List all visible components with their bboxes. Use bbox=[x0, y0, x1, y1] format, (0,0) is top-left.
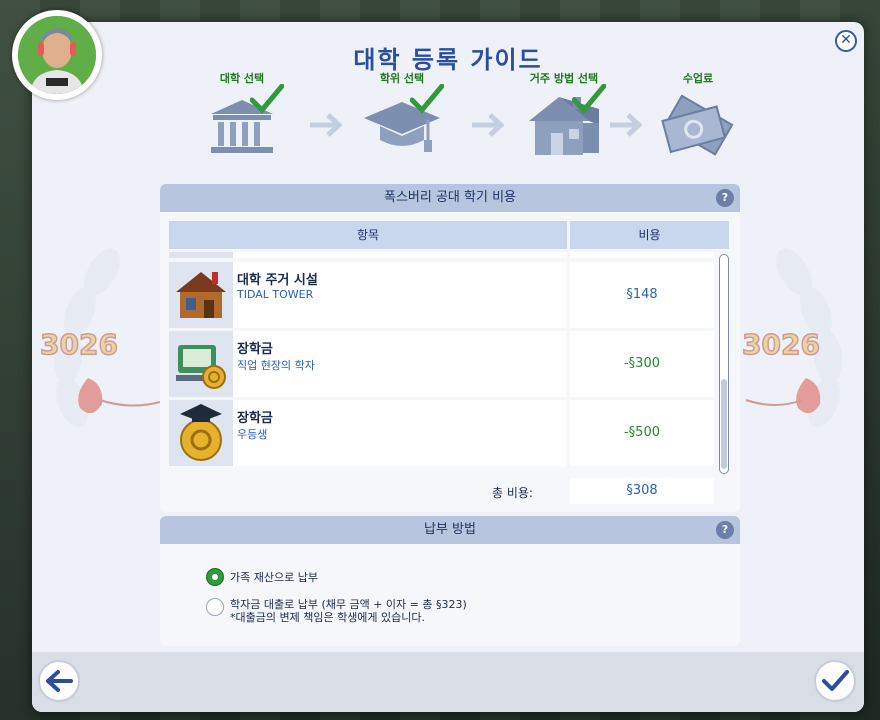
close-icon: ✕ bbox=[840, 32, 852, 48]
cost-panel-title: 폭스버리 공대 학기 비용 bbox=[384, 190, 516, 205]
close-button[interactable]: ✕ bbox=[835, 30, 857, 52]
item-detail: 직업 현장의 학자 bbox=[237, 359, 315, 372]
list-item: 장학금 직업 현장의 학자 -§300 bbox=[169, 331, 714, 397]
payment-option-student-loan[interactable]: 학자금 대출로 납부 (채무 금액 + 이자 = 총 §323) *대출금의 변… bbox=[206, 598, 467, 624]
arrow-right-icon bbox=[610, 113, 642, 137]
semester-cost-panel: 폭스버리 공대 학기 비용 ? 항목 비용 대학 주거 시설 TIDAL TOW… bbox=[160, 184, 740, 512]
payment-panel-header: 납부 방법 ? bbox=[160, 516, 740, 544]
back-button[interactable] bbox=[38, 660, 80, 702]
item-cost: §148 bbox=[570, 262, 714, 328]
check-icon bbox=[410, 84, 444, 114]
arrow-left-icon bbox=[46, 670, 73, 692]
item-cost: -§500 bbox=[570, 400, 714, 466]
list-item: 대학 주거 시설 TIDAL TOWER §148 bbox=[169, 262, 714, 328]
house-icon bbox=[176, 272, 226, 318]
radio-selected[interactable] bbox=[206, 568, 224, 586]
total-value: §308 bbox=[570, 478, 714, 504]
total-label: 총 비용: bbox=[492, 486, 533, 500]
laurel-watermark-left: 3026 bbox=[32, 242, 162, 462]
list-item: 장학금 우등생 -§500 bbox=[169, 400, 714, 466]
arrow-right-icon bbox=[472, 113, 504, 137]
confirm-button[interactable] bbox=[814, 660, 856, 702]
option-label: 학자금 대출로 납부 (채무 금액 + 이자 = 총 §323) bbox=[230, 598, 467, 611]
column-header-cost: 비용 bbox=[570, 221, 729, 249]
step-label: 거주 방법 선택 bbox=[529, 72, 599, 85]
help-button[interactable]: ? bbox=[716, 521, 734, 539]
column-header-item: 항목 bbox=[169, 221, 567, 249]
help-button[interactable]: ? bbox=[716, 189, 734, 207]
gold-coin-cap-icon bbox=[180, 404, 222, 461]
sim-avatar[interactable] bbox=[12, 10, 102, 100]
step-housing[interactable]: 거주 방법 선택 bbox=[504, 70, 624, 166]
svg-text:3026: 3026 bbox=[742, 328, 820, 361]
scrollbar[interactable] bbox=[719, 254, 729, 474]
scrollbar-thumb[interactable] bbox=[721, 379, 727, 469]
check-icon bbox=[250, 84, 284, 114]
college-enrollment-dialog: 3026 3026 대학 등록 가이드 ✕ 대학 선택 학위 선택 거주 방법 … bbox=[32, 22, 864, 712]
question-icon: ? bbox=[721, 523, 729, 536]
money-bills-icon bbox=[661, 94, 734, 156]
step-university[interactable]: 대학 선택 bbox=[182, 70, 302, 166]
item-name: 대학 주거 시설 bbox=[237, 273, 318, 288]
item-detail: 우등생 bbox=[237, 428, 268, 441]
laurel-watermark-right: 3026 bbox=[734, 242, 864, 462]
item-detail: TIDAL TOWER bbox=[237, 288, 314, 301]
step-label: 수업료 bbox=[682, 72, 714, 85]
option-label: 가족 재산으로 납부 bbox=[230, 571, 318, 584]
dialog-footer bbox=[32, 652, 864, 712]
payment-method-panel: 납부 방법 ? 가족 재산으로 납부 학자금 대출로 납부 (채무 금액 + 이… bbox=[160, 516, 740, 646]
svg-text:3026: 3026 bbox=[40, 328, 118, 361]
step-tuition[interactable]: 수업료 bbox=[638, 70, 758, 166]
sim-portrait-icon bbox=[18, 16, 96, 94]
cost-panel-header: 폭스버리 공대 학기 비용 ? bbox=[160, 184, 740, 212]
question-icon: ? bbox=[721, 191, 729, 204]
check-icon bbox=[572, 84, 606, 114]
payment-option-family-funds[interactable]: 가족 재산으로 납부 bbox=[206, 568, 318, 586]
step-label: 학위 선택 bbox=[379, 72, 425, 85]
item-name: 장학금 bbox=[237, 411, 273, 426]
option-note: *대출금의 변제 책임은 학생에게 있습니다. bbox=[230, 611, 426, 624]
cost-list[interactable]: 대학 주거 시설 TIDAL TOWER §148 장학금 직업 현장의 학자 … bbox=[169, 252, 714, 470]
radio-unselected[interactable] bbox=[206, 598, 224, 616]
item-name: 장학금 bbox=[237, 342, 273, 357]
payment-panel-title: 납부 방법 bbox=[424, 522, 476, 537]
arrow-right-icon bbox=[310, 113, 342, 137]
list-item-partial bbox=[169, 252, 714, 258]
step-degree[interactable]: 학위 선택 bbox=[342, 70, 462, 166]
step-label: 대학 선택 bbox=[219, 72, 265, 85]
item-cost: -§300 bbox=[570, 331, 714, 397]
enrollment-steps: 대학 선택 학위 선택 거주 방법 선택 수업료 bbox=[182, 70, 742, 170]
checkmark-icon bbox=[822, 670, 849, 691]
computer-coin-icon bbox=[176, 345, 226, 389]
